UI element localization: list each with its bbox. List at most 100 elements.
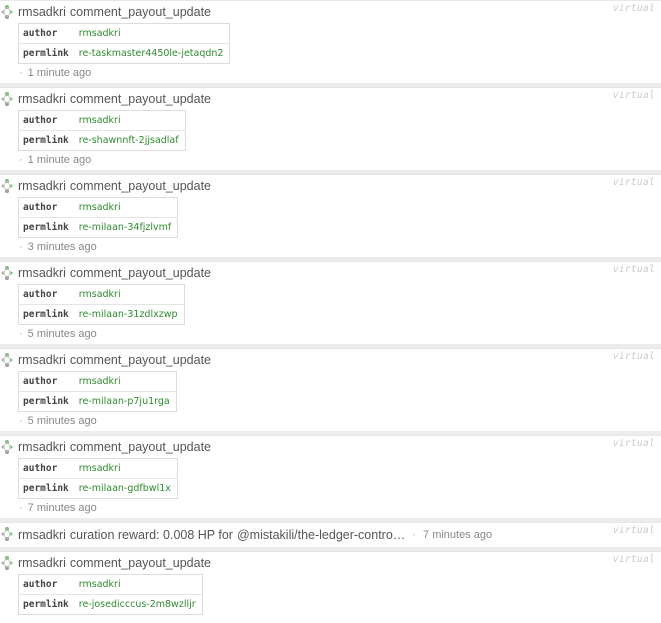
separator-dot: · [412,529,416,541]
detail-row-author: author rmsadkri [19,372,177,392]
account-name[interactable]: rmsadkri [18,92,66,106]
operation-header: rmsadkri comment_payout_update virtual [0,88,661,110]
detail-value[interactable]: rmsadkri [75,24,230,44]
detail-key: author [23,115,58,126]
virtual-badge: virtual [612,351,655,362]
account-name[interactable]: rmsadkri [18,440,66,454]
timestamp: · 1 minute ago [0,64,661,82]
detail-value[interactable]: rmsadkri [75,285,184,305]
detail-key: permlink [18,43,75,64]
detail-row-author: author rmsadkri [19,285,185,305]
virtual-badge: virtual [612,525,655,536]
separator-dot: · [19,502,23,514]
operation-details-table: author rmsadkri permlink re-milaan-31zdl… [18,284,185,325]
operation-details-table: author rmsadkri permlink re-shawnnft-2jj… [18,110,186,151]
operation-header: rmsadkri comment_payout_update virtual [0,349,661,371]
virtual-badge: virtual [612,90,655,101]
operation-header: rmsadkri comment_payout_update virtual [0,262,661,284]
operation-item: rmsadkri comment_payout_update virtual a… [0,435,661,522]
detail-value[interactable]: re-milaan-31zdlxzwp [74,304,185,325]
virtual-badge: virtual [612,177,655,188]
operation-type: comment_payout_update [69,353,211,367]
time-ago[interactable]: 7 minutes ago [423,529,492,541]
operation-type: comment_payout_update [69,179,211,193]
operation-item: rmsadkri comment_payout_update virtual a… [0,0,661,87]
account-name[interactable]: rmsadkri [18,353,66,367]
time-ago[interactable]: 1 minute ago [28,154,92,166]
detail-value[interactable]: re-taskmaster4450le-jetaqdn2 [74,43,230,64]
operation-item: rmsadkri comment_payout_update virtual a… [0,261,661,348]
detail-key: permlink [18,594,75,615]
operation-details-table: author rmsadkri permlink re-milaan-34fjz… [18,197,179,238]
detail-value[interactable]: re-milaan-34fjzlvmf [74,217,178,238]
detail-value[interactable]: re-josedicccus-2m8wzlljr [74,594,203,615]
account-name[interactable]: rmsadkri [18,266,66,280]
timestamp: · 5 minutes ago [0,325,661,343]
avatar-icon[interactable] [0,4,14,20]
avatar-icon[interactable] [0,265,14,281]
detail-value[interactable]: re-milaan-p7ju1rga [74,391,177,412]
operation-header: rmsadkri curation reward: 0.008 HP for @… [0,523,661,547]
operation-item-curation-reward: rmsadkri curation reward: 0.008 HP for @… [0,522,661,551]
detail-key: author [23,376,58,387]
avatar-icon[interactable] [0,555,14,571]
detail-key: permlink [18,130,75,151]
detail-row-permlink: permlink re-shawnnft-2jjsadlaf [18,130,186,151]
detail-value[interactable]: rmsadkri [75,111,185,131]
detail-value[interactable]: rmsadkri [75,575,202,595]
avatar-icon[interactable] [0,178,14,194]
time-ago[interactable]: 3 minutes ago [28,241,97,253]
timestamp: · 3 minutes ago [0,238,661,256]
detail-row-permlink: permlink re-milaan-p7ju1rga [18,391,177,412]
avatar-icon[interactable] [0,439,14,455]
operation-header: rmsadkri comment_payout_update virtual [0,552,661,574]
virtual-badge: virtual [612,554,655,565]
timestamp: · 7 minutes ago [412,529,492,541]
operation-details-table: author rmsadkri permlink re-milaan-p7ju1… [18,371,177,412]
account-name[interactable]: rmsadkri [18,179,66,193]
account-name[interactable]: rmsadkri [18,528,66,542]
operation-item: rmsadkri comment_payout_update virtual a… [0,551,661,621]
detail-key: author [23,202,58,213]
detail-row-author: author rmsadkri [19,111,186,131]
time-ago[interactable]: 7 minutes ago [28,502,97,514]
separator-dot: · [19,328,23,340]
avatar-icon[interactable] [0,352,14,368]
detail-key: permlink [18,304,75,325]
time-ago[interactable]: 1 minute ago [28,67,92,79]
post-link[interactable]: @mistakili/the-ledger-contro… [237,528,405,542]
reward-description: curation reward: 0.008 HP for [69,528,233,542]
detail-key: author [23,28,58,39]
detail-value[interactable]: rmsadkri [75,198,178,218]
detail-value[interactable]: rmsadkri [75,459,178,479]
operation-header: rmsadkri comment_payout_update virtual [0,1,661,23]
timestamp: · 5 minutes ago [0,412,661,430]
virtual-badge: virtual [612,3,655,14]
operation-item: rmsadkri comment_payout_update virtual a… [0,348,661,435]
detail-value[interactable]: re-milaan-gdfbwl1x [74,478,178,499]
detail-value[interactable]: re-shawnnft-2jjsadlaf [74,130,186,151]
timestamp: · 7 minutes ago [0,499,661,517]
detail-row-permlink: permlink re-milaan-34fjzlvmf [18,217,178,238]
detail-value[interactable]: rmsadkri [75,372,176,392]
operation-details-table: author rmsadkri permlink re-milaan-gdfbw… [18,458,178,499]
detail-key: author [23,289,58,300]
detail-row-author: author rmsadkri [19,575,203,595]
account-name[interactable]: rmsadkri [18,5,66,19]
separator-dot: · [19,415,23,427]
detail-row-author: author rmsadkri [19,198,178,218]
avatar-icon[interactable] [0,91,14,107]
account-name[interactable]: rmsadkri [18,556,66,570]
detail-row-permlink: permlink re-taskmaster4450le-jetaqdn2 [18,43,230,64]
detail-row-author: author rmsadkri [19,459,178,479]
timestamp: · 1 minute ago [0,151,661,169]
virtual-badge: virtual [612,438,655,449]
time-ago[interactable]: 5 minutes ago [28,415,97,427]
detail-key: author [23,579,58,590]
avatar-icon[interactable] [0,526,14,542]
operation-type: comment_payout_update [69,266,211,280]
operation-type: comment_payout_update [69,440,211,454]
operation-type: comment_payout_update [69,92,211,106]
detail-key: permlink [18,391,75,412]
time-ago[interactable]: 5 minutes ago [28,328,97,340]
